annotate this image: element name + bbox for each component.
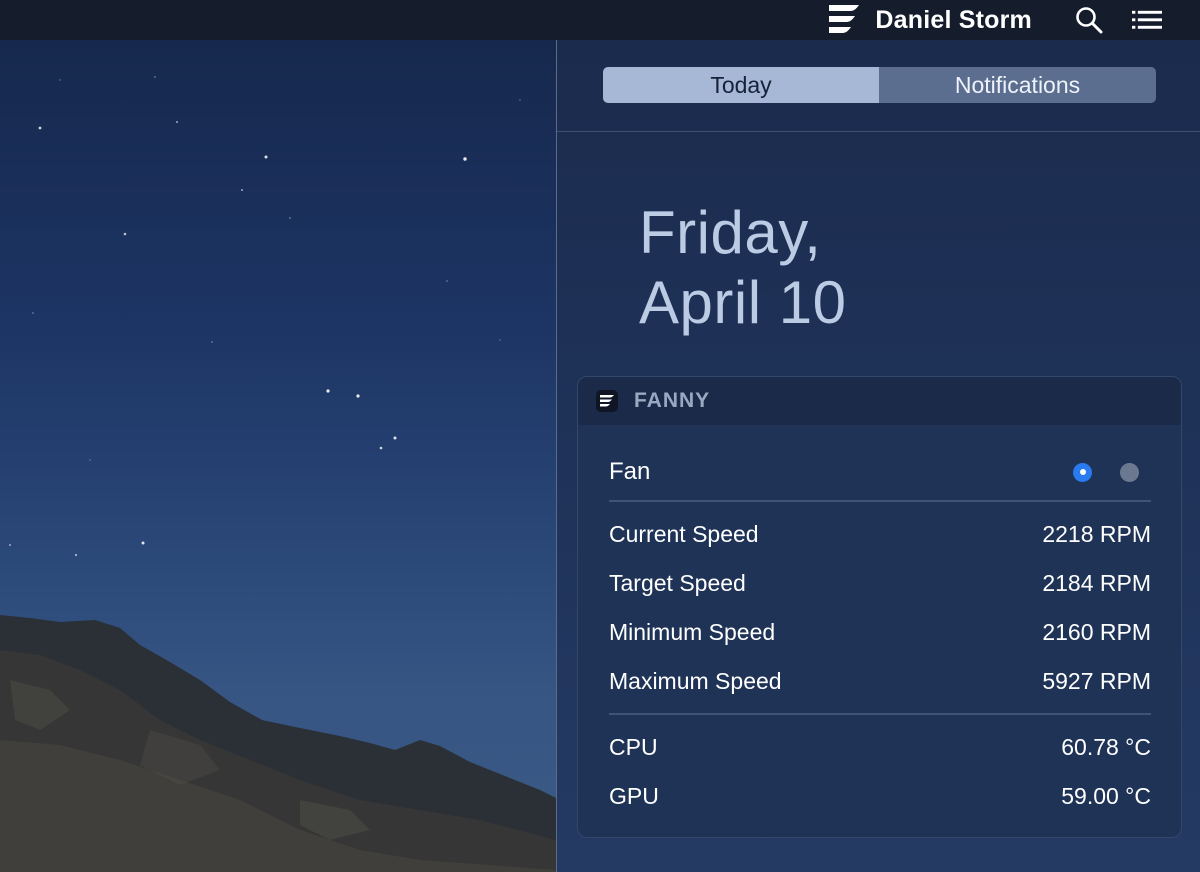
stat-row-cpu-temp: CPU 60.78 °C	[609, 731, 1151, 763]
fan-2-radio[interactable]	[1120, 462, 1139, 482]
widget-title: FANNY	[634, 389, 711, 412]
view-segmented-control: Today Notifications	[603, 67, 1156, 103]
widget-divider	[609, 713, 1151, 715]
desktop-wallpaper	[0, 40, 556, 872]
widget-divider	[609, 500, 1151, 502]
notification-center-panel: Today Notifications Friday, April 10 FAN…	[556, 40, 1200, 872]
stat-value: 60.78 °C	[1061, 733, 1151, 760]
stat-label: Current Speed	[609, 520, 759, 547]
fanny-widget: FANNY Fan Current Speed 2218 RPM Target …	[577, 376, 1182, 838]
stat-label: Target Speed	[609, 569, 746, 596]
search-icon[interactable]	[1074, 5, 1104, 35]
tab-today[interactable]: Today	[603, 67, 879, 103]
notification-list-icon[interactable]	[1132, 5, 1162, 35]
stat-value: 2160 RPM	[1042, 618, 1151, 645]
fanny-widget-icon	[596, 390, 618, 412]
stat-row-gpu-temp: GPU 59.00 °C	[609, 780, 1151, 812]
date-day: April 10	[639, 269, 847, 336]
stat-label: GPU	[609, 782, 659, 809]
user-name[interactable]: Daniel Storm	[875, 6, 1032, 35]
stat-row-maximum-speed: Maximum Speed 5927 RPM	[609, 665, 1151, 697]
stat-row-minimum-speed: Minimum Speed 2160 RPM	[609, 616, 1151, 648]
panel-divider	[557, 131, 1200, 132]
stat-row-current-speed: Current Speed 2218 RPM	[609, 518, 1151, 550]
screen: Daniel Storm Today Notifications Friday,…	[0, 0, 1200, 872]
stat-value: 59.00 °C	[1061, 782, 1151, 809]
stars	[9, 76, 521, 557]
fan-selector-row: Fan	[609, 455, 1151, 489]
stat-value: 2218 RPM	[1042, 520, 1151, 547]
stat-label: Maximum Speed	[609, 667, 782, 694]
stat-value: 5927 RPM	[1042, 667, 1151, 694]
stat-label: Minimum Speed	[609, 618, 776, 645]
widget-header: FANNY	[578, 377, 1181, 425]
stat-value: 2184 RPM	[1042, 569, 1151, 596]
wallpaper-image	[0, 76, 556, 872]
tab-notifications[interactable]: Notifications	[879, 67, 1156, 103]
stat-label: CPU	[609, 733, 658, 760]
fan-1-radio[interactable]	[1073, 462, 1092, 482]
date-weekday: Friday,	[639, 199, 822, 266]
menu-bar: Daniel Storm	[0, 0, 1200, 40]
fanny-logo-icon[interactable]	[825, 3, 861, 37]
stat-row-target-speed: Target Speed 2184 RPM	[609, 567, 1151, 599]
fan-radio-group	[1045, 462, 1139, 482]
fan-label: Fan	[609, 458, 651, 485]
